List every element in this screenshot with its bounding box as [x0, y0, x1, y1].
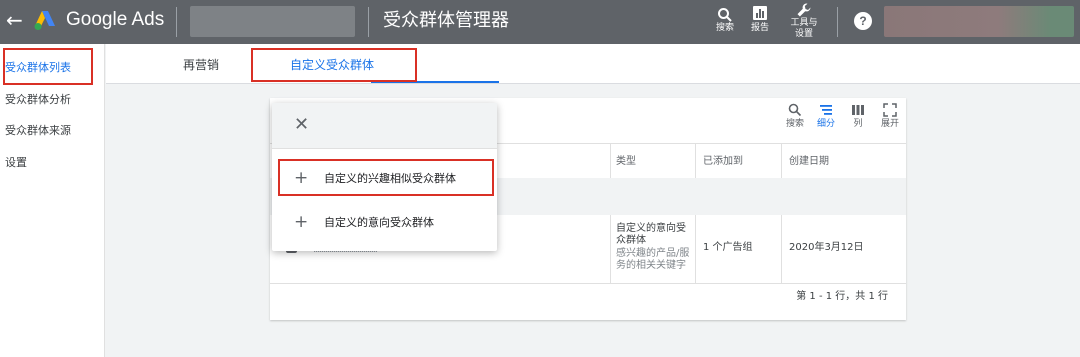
tools-label-line2: 设置 — [794, 29, 813, 39]
wrench-icon — [797, 3, 811, 17]
column-header-added-to[interactable]: 已添加到 — [703, 156, 743, 168]
plus-icon: + — [294, 212, 309, 232]
page-title: 受众群体管理器 — [383, 10, 509, 31]
divider — [270, 283, 906, 284]
divider — [176, 7, 177, 37]
menu-item-custom-intent[interactable]: + 自定义的意向受众群体 — [272, 205, 497, 241]
table-search-label: 搜索 — [785, 119, 804, 129]
column-header-created[interactable]: 创建日期 — [789, 156, 829, 168]
search-icon — [718, 8, 732, 22]
type-line2: 众群体 — [616, 235, 646, 246]
menu-header: ✕ — [272, 103, 497, 149]
sidebar-item-audience-insights[interactable]: 受众群体分析 — [5, 93, 71, 107]
help-icon[interactable]: ? — [854, 12, 872, 30]
columns-icon — [852, 105, 864, 115]
columns-button[interactable]: 列 — [846, 103, 870, 130]
tools-settings-button[interactable]: 工具与 设置 — [786, 2, 822, 40]
brand-name: Google Ads — [66, 9, 165, 30]
reports-icon — [753, 6, 767, 20]
tab-remarketing[interactable]: 再营销 — [183, 57, 219, 73]
search-button[interactable]: 搜索 — [713, 2, 737, 34]
created-date-value: 2020年3月12日 — [789, 242, 864, 253]
close-icon[interactable]: ✕ — [294, 115, 309, 135]
table-search-button[interactable]: 搜索 — [783, 103, 807, 130]
back-arrow-icon[interactable]: ← — [6, 9, 23, 31]
sidebar: 受众群体列表 受众群体分析 受众群体来源 设置 — [0, 44, 105, 357]
sidebar-item-settings[interactable]: 设置 — [5, 156, 27, 170]
fullscreen-icon — [883, 103, 897, 117]
expand-label: 展开 — [880, 119, 899, 129]
search-icon — [788, 103, 802, 117]
segment-label: 细分 — [816, 119, 835, 129]
type-line1: 自定义的意向受 — [616, 223, 686, 234]
highlight-box — [251, 48, 417, 82]
divider — [368, 7, 369, 37]
reports-button[interactable]: 报告 — [748, 2, 772, 34]
google-ads-logo — [34, 11, 55, 30]
account-selector[interactable] — [190, 6, 355, 37]
account-profile[interactable] — [884, 6, 1074, 37]
top-bar: ← Google Ads 受众群体管理器 搜索 报告 工具与 设置 ? — [0, 0, 1080, 44]
divider — [837, 7, 838, 37]
added-to-value[interactable]: 1 个广告组 — [703, 242, 753, 254]
tools-label-line1: 工具与 — [790, 18, 818, 28]
column-header-type[interactable]: 类型 — [616, 156, 636, 168]
columns-label: 列 — [853, 119, 863, 129]
pagination-text: 第 1 - 1 行，共 1 行 — [796, 291, 888, 302]
highlight-box — [278, 159, 494, 196]
segment-icon — [820, 105, 832, 115]
segment-button[interactable]: 细分 — [814, 103, 838, 130]
expand-button[interactable]: 展开 — [878, 103, 902, 130]
highlight-box — [3, 48, 93, 85]
search-label: 搜索 — [715, 23, 734, 33]
type-desc-line2: 务的相关关键字 — [616, 260, 686, 271]
menu-item-label: 自定义的意向受众群体 — [324, 216, 434, 229]
type-desc-line1: 感兴趣的产品/服 — [616, 248, 690, 259]
sidebar-item-audience-sources[interactable]: 受众群体来源 — [5, 124, 71, 138]
reports-label: 报告 — [750, 23, 769, 33]
